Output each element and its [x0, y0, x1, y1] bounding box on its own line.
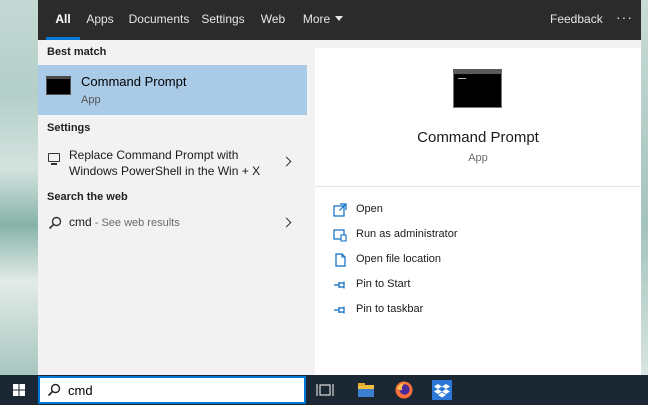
results-list: Best match Command Prompt App Settings R… [38, 40, 307, 375]
action-open-file-location-label: Open file location [356, 253, 441, 265]
file-explorer-icon[interactable] [356, 380, 376, 400]
search-icon [48, 216, 62, 230]
feedback-button[interactable]: Feedback [550, 0, 603, 40]
task-view-icon[interactable] [315, 380, 335, 400]
action-run-as-admin-label: Run as administrator [356, 228, 458, 240]
taskbar [0, 375, 648, 405]
open-icon [333, 203, 347, 217]
action-open[interactable]: Open [333, 200, 623, 220]
action-run-as-admin[interactable]: Run as administrator [333, 225, 623, 245]
caret-down-icon [335, 16, 344, 21]
monitor-icon [48, 153, 60, 165]
detail-divider [315, 186, 641, 187]
windows-start-icon [13, 384, 25, 396]
pin-icon [334, 306, 345, 314]
desktop-background [0, 0, 38, 375]
action-open-file-location[interactable]: Open file location [333, 250, 623, 270]
setting-result-text: Replace Command Prompt with Windows Powe… [69, 148, 261, 178]
action-open-label: Open [356, 203, 383, 215]
firefox-icon[interactable] [394, 380, 414, 400]
settings-heading: Settings [47, 122, 91, 134]
chevron-right-icon[interactable] [281, 217, 292, 228]
pin-icon [334, 281, 345, 289]
tab-web[interactable]: Web [257, 0, 289, 40]
result-detail-pane: Command Prompt App Open Run as administr… [315, 48, 641, 375]
search-tab-bar: All Apps Documents Settings Web More Fee… [38, 0, 641, 40]
action-pin-to-taskbar[interactable]: Pin to taskbar [333, 300, 623, 320]
tab-apps[interactable]: Apps [83, 0, 117, 40]
start-button[interactable] [0, 375, 38, 405]
action-pin-to-taskbar-label: Pin to taskbar [356, 303, 424, 315]
best-match-item[interactable]: Command Prompt App [38, 65, 307, 115]
web-search-item[interactable]: cmd - See web results [38, 212, 307, 234]
desktop-background-right [641, 0, 648, 375]
best-match-subtitle: App [81, 94, 101, 106]
best-match-title: Command Prompt [81, 74, 187, 89]
tab-all[interactable]: All [46, 0, 80, 40]
shield-icon [333, 229, 347, 242]
search-icon [47, 383, 61, 397]
best-match-heading: Best match [47, 46, 107, 58]
action-pin-to-start-label: Pin to Start [356, 278, 411, 290]
search-panel: All Apps Documents Settings Web More Fee… [38, 0, 641, 375]
tab-settings[interactable]: Settings [200, 0, 246, 40]
action-pin-to-start[interactable]: Pin to Start [333, 275, 623, 295]
taskbar-search-box[interactable] [38, 376, 306, 404]
search-web-heading: Search the web [47, 191, 128, 203]
web-search-text: cmd - See web results [69, 215, 180, 229]
tab-documents[interactable]: Documents [125, 0, 193, 40]
dropbox-icon[interactable] [432, 380, 452, 400]
tab-more[interactable]: More [298, 0, 348, 40]
more-options-icon[interactable]: ··· [616, 0, 633, 40]
tab-more-label: More [302, 12, 331, 26]
command-prompt-icon [46, 76, 71, 95]
file-location-icon [335, 253, 346, 267]
search-input[interactable] [68, 380, 298, 400]
setting-result-item[interactable]: Replace Command Prompt with Windows Powe… [38, 145, 307, 181]
detail-title: Command Prompt [417, 129, 539, 146]
command-prompt-icon [453, 69, 502, 108]
web-search-query: cmd [69, 215, 92, 229]
detail-subtitle: App [468, 152, 488, 164]
web-search-hint: - See web results [91, 217, 180, 229]
